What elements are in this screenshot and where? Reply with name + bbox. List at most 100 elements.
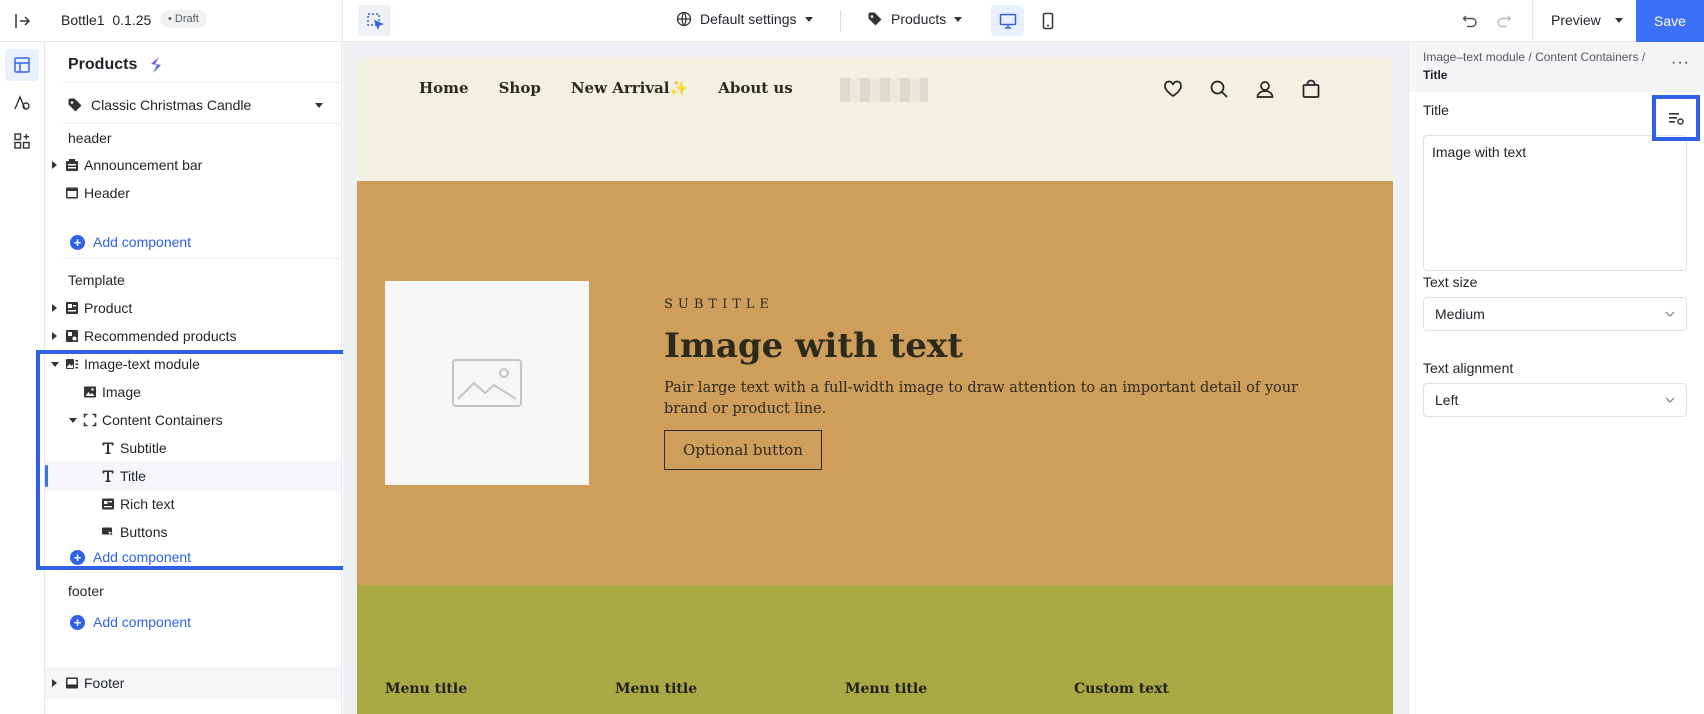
image-icon <box>82 384 98 400</box>
breadcrumb-item[interactable]: Content Containers <box>1535 50 1638 64</box>
nav-about-us[interactable]: About us <box>718 79 793 97</box>
data-source-icon <box>1669 113 1684 125</box>
plus-icon: + <box>70 234 85 250</box>
page-type-dropdown[interactable]: Products <box>867 11 963 27</box>
apps-tab[interactable] <box>5 125 39 157</box>
tree-item-image-text-module[interactable]: Image-text module <box>45 349 341 379</box>
expand-arrow-icon[interactable] <box>52 679 57 687</box>
chevron-down-icon <box>954 16 963 22</box>
store-preview-page: Home Shop New Arrival✨ About us SUBTITLE… <box>357 57 1393 714</box>
collapse-arrow-icon[interactable] <box>51 362 59 367</box>
expand-arrow-icon[interactable] <box>52 332 57 340</box>
preview-dropdown[interactable]: Preview <box>1551 12 1623 28</box>
text-alignment-label: Text alignment <box>1423 360 1514 376</box>
default-settings-label: Default settings <box>700 11 797 27</box>
tree-item-recommended-products[interactable]: Recommended products <box>45 321 341 351</box>
account-icon[interactable] <box>1253 77 1277 101</box>
panel-title: Products <box>68 56 165 74</box>
divider <box>63 123 342 124</box>
store-header[interactable]: Home Shop New Arrival✨ About us <box>357 57 1393 181</box>
store-footer[interactable]: Menu title Menu title Menu title Custom … <box>357 585 1393 714</box>
section-tree-panel: Products Classic Christmas Candle header… <box>45 42 342 714</box>
hero-title[interactable]: Image with text <box>664 326 1344 366</box>
nav-shop[interactable]: Shop <box>499 79 541 97</box>
cart-icon[interactable] <box>1299 77 1323 101</box>
brand-logo-icon <box>151 57 162 73</box>
text-alignment-select[interactable]: Left <box>1423 383 1687 417</box>
redo-button[interactable] <box>1493 10 1515 32</box>
content-container: SUBTITLE Image with text Pair large text… <box>664 297 1344 470</box>
hero-optional-button[interactable]: Optional button <box>664 430 822 470</box>
tag-icon <box>868 12 882 26</box>
desktop-view-button[interactable] <box>991 5 1024 36</box>
recommended-icon <box>64 328 80 344</box>
title-textarea[interactable] <box>1423 135 1687 271</box>
store-logo[interactable] <box>840 78 928 102</box>
container-icon <box>82 412 98 428</box>
image-text-icon <box>64 356 80 372</box>
settings-panel: Image–text module / Content Containers /… <box>1408 42 1704 714</box>
tree-item-footer[interactable]: Footer <box>45 667 341 699</box>
default-settings-dropdown[interactable]: Default settings <box>676 11 813 27</box>
tree-item-rich-text[interactable]: Rich text <box>45 489 341 519</box>
plus-icon: + <box>70 549 85 565</box>
button-icon <box>100 524 116 540</box>
exit-editor-icon[interactable] <box>10 9 34 33</box>
nav-home[interactable]: Home <box>419 79 469 97</box>
rich-text-icon <box>100 496 116 512</box>
save-button[interactable]: Save <box>1636 0 1704 42</box>
add-component-header[interactable]: + Add component <box>70 234 191 250</box>
breadcrumb-item[interactable]: Image–text module <box>1423 50 1525 64</box>
selection-indicator <box>45 465 48 487</box>
undo-button[interactable] <box>1459 10 1481 32</box>
hero-rich-text[interactable]: Pair large text with a full-width image … <box>664 378 1344 420</box>
store-nav: Home Shop New Arrival✨ About us <box>419 79 793 97</box>
expand-arrow-icon[interactable] <box>52 304 57 312</box>
title-field-label: Title <box>1423 102 1449 118</box>
tag-icon <box>68 98 82 112</box>
globe-icon <box>676 11 692 27</box>
text-size-select[interactable]: Medium <box>1423 297 1687 331</box>
image-placeholder[interactable] <box>385 281 589 485</box>
select-element-tool[interactable] <box>358 5 391 36</box>
mobile-view-button[interactable] <box>1031 5 1064 36</box>
sections-tab[interactable] <box>5 49 39 81</box>
sidebar-rail <box>0 42 45 714</box>
add-component-template-button[interactable]: + Add component <box>70 549 191 565</box>
divider <box>63 572 342 573</box>
tree-item-content-containers[interactable]: Content Containers <box>45 405 341 435</box>
desktop-icon <box>999 13 1016 29</box>
shapes-icon <box>14 95 30 110</box>
tree-item-product[interactable]: Product <box>45 293 341 323</box>
heart-icon[interactable] <box>1161 77 1185 101</box>
tree-item-announcement-bar[interactable]: Announcement bar <box>45 150 341 180</box>
nav-new-arrival[interactable]: New Arrival✨ <box>571 79 688 97</box>
footer-column-title: Menu title <box>385 681 468 697</box>
top-bar: Bottle1 0.1.25 • Draft Default settings … <box>0 0 1704 42</box>
tree-item-subtitle[interactable]: Subtitle <box>45 433 341 463</box>
text-size-label: Text size <box>1423 274 1478 290</box>
tree-item-title[interactable]: Title <box>45 461 341 491</box>
dynamic-source-button[interactable] <box>1652 95 1700 141</box>
tree-item-header[interactable]: Header <box>45 178 341 208</box>
product-selector[interactable]: Classic Christmas Candle <box>67 89 329 121</box>
divider <box>840 10 841 32</box>
store-header-icons <box>1161 77 1323 101</box>
breadcrumb-current: Title <box>1423 68 1448 82</box>
expand-arrow-icon[interactable] <box>52 161 57 169</box>
collapse-arrow-icon[interactable] <box>69 418 77 423</box>
redo-icon <box>1497 15 1512 28</box>
search-icon[interactable] <box>1207 77 1231 101</box>
chevron-down-icon <box>1614 17 1623 23</box>
sparkle-icon: ✨ <box>669 79 689 97</box>
image-text-section[interactable]: SUBTITLE Image with text Pair large text… <box>357 181 1393 585</box>
more-options-icon[interactable]: ··· <box>1671 54 1690 72</box>
tree-item-image[interactable]: Image <box>45 377 341 407</box>
tree-item-buttons[interactable]: Buttons <box>45 517 341 547</box>
header-icon <box>64 185 80 201</box>
divider <box>1532 0 1533 42</box>
hero-subtitle[interactable]: SUBTITLE <box>664 297 1344 312</box>
theme-style-tab[interactable] <box>5 87 39 119</box>
chevron-down-icon <box>1665 311 1675 317</box>
add-component-footer[interactable]: + Add component <box>70 614 191 630</box>
